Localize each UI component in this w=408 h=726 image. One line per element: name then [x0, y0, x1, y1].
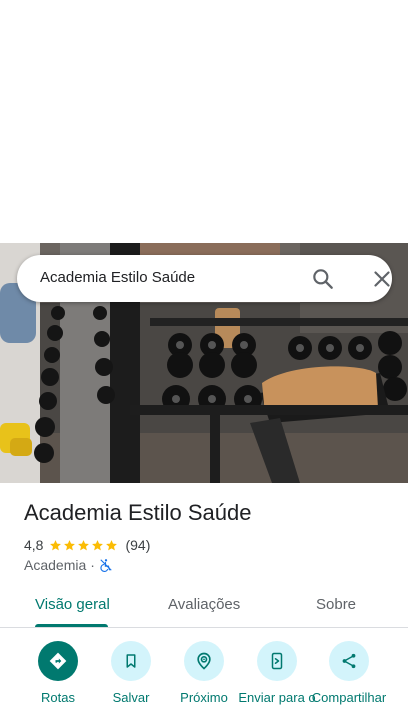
place-tabs: Visão geral Avaliações Sobre: [0, 588, 408, 628]
share-label: Compartilhar: [311, 690, 387, 705]
share-icon[interactable]: [329, 641, 369, 681]
separator-dot: ·: [90, 557, 95, 573]
search-input[interactable]: Academia Estilo Saúde: [40, 269, 195, 286]
star-rating: [49, 539, 119, 552]
save-label: Salvar: [112, 690, 150, 705]
directions-label: Rotas: [41, 690, 75, 705]
action-bar: Rotas Salvar Próximo Enviar para o Compa…: [0, 641, 408, 726]
star-icon: [106, 539, 118, 550]
place-category: Academia: [24, 557, 87, 573]
close-icon[interactable]: [369, 266, 395, 292]
directions-icon[interactable]: [38, 641, 78, 681]
rating-row[interactable]: 4,8 (94): [24, 536, 150, 554]
nearby-icon[interactable]: [184, 641, 224, 681]
active-tab-indicator: [35, 624, 108, 627]
star-icon: [92, 539, 104, 550]
search-icon[interactable]: [310, 266, 336, 292]
review-count: (94): [125, 537, 151, 553]
tab-about[interactable]: Sobre: [316, 596, 356, 613]
star-icon: [78, 539, 90, 550]
nearby-button[interactable]: Próximo: [164, 641, 244, 705]
tab-reviews[interactable]: Avaliações: [168, 596, 240, 613]
star-icon: [50, 539, 62, 550]
search-bar[interactable]: Academia Estilo Saúde: [17, 255, 392, 302]
bookmark-icon[interactable]: [111, 641, 151, 681]
save-button[interactable]: Salvar: [91, 641, 171, 705]
tab-overview[interactable]: Visão geral: [35, 596, 110, 613]
send-to-phone-button[interactable]: Enviar para o: [237, 641, 317, 705]
directions-button[interactable]: Rotas: [18, 641, 98, 705]
nearby-label: Próximo: [180, 690, 228, 705]
not-wheelchair-accessible-icon: [99, 558, 113, 572]
rating-value: 4,8: [24, 537, 44, 553]
place-title: Academia Estilo Saúde: [24, 500, 252, 525]
send-to-phone-icon[interactable]: [257, 641, 297, 681]
map-blank-area: [0, 0, 408, 243]
category-row: Academia ·: [24, 556, 113, 574]
send-to-phone-label: Enviar para o: [238, 690, 316, 705]
share-button[interactable]: Compartilhar: [309, 641, 389, 705]
star-icon: [64, 539, 76, 550]
